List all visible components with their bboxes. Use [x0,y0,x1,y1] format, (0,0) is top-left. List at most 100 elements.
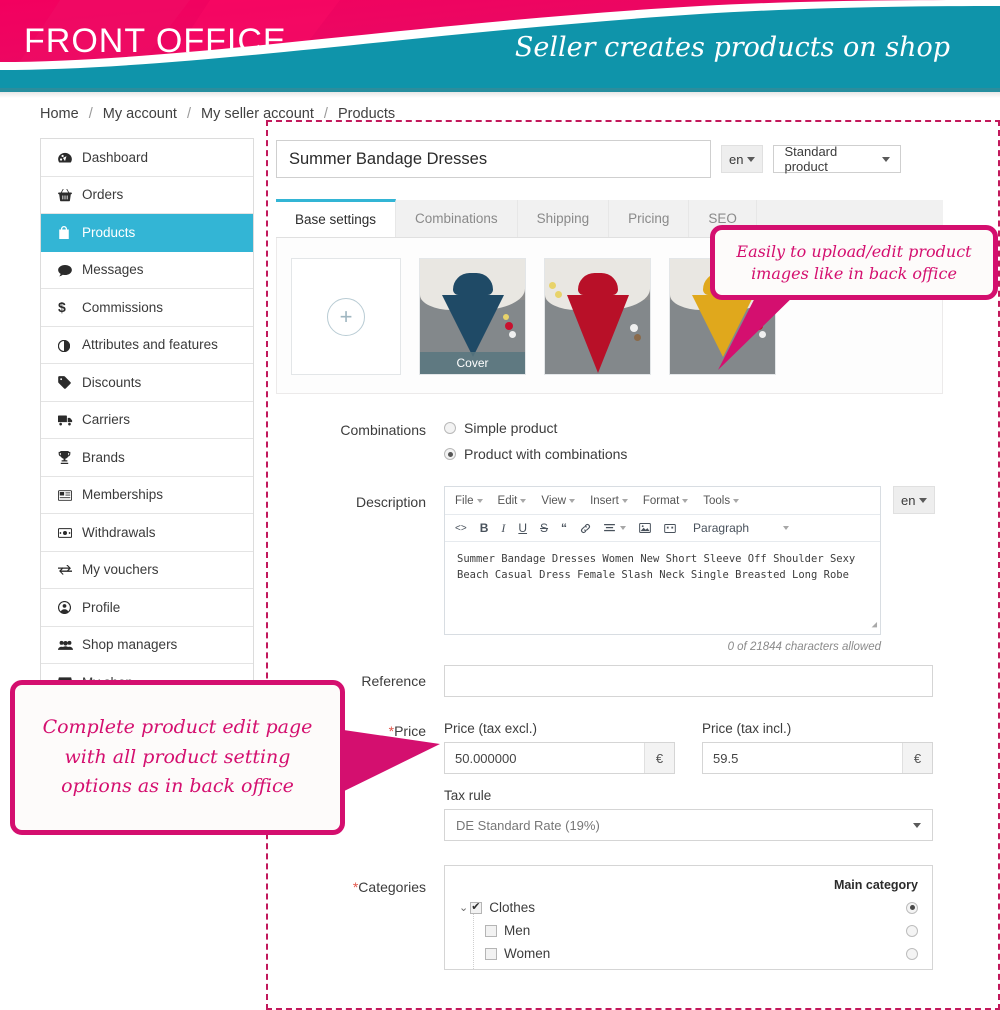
plus-icon: + [327,297,365,336]
description-language-button[interactable]: en [893,486,936,514]
resize-handle[interactable]: ◢ [872,619,877,633]
tab-base-settings[interactable]: Base settings [276,199,397,237]
product-name-language-button[interactable]: en [721,145,764,173]
category-row-clothes[interactable]: ⌄ Clothes [459,900,918,915]
link-icon[interactable] [580,523,591,534]
categories-label-text: Categories [358,879,426,895]
product-type-select[interactable]: Standard product [773,144,902,174]
blockquote-icon[interactable]: “ [561,521,567,535]
callout-top-tail [718,288,800,370]
sidebar-item-discounts[interactable]: Discounts [41,364,253,402]
radio-icon [444,422,456,434]
code-icon[interactable]: <> [455,523,467,534]
category-label: Clothes [489,900,535,915]
price-tax-incl-group: Price (tax incl.) € [702,721,933,774]
editor-menu-insert[interactable]: Insert [590,495,628,507]
trophy-icon [58,450,78,465]
callout-images-text: Easily to upload/edit product images lik… [736,241,972,283]
category-checkbox[interactable] [485,947,497,960]
product-image-thumbnail[interactable]: Cover [419,258,526,375]
sidebar-item-label: Brands [82,449,125,465]
editor-menu-format[interactable]: Format [642,494,689,507]
tag-icon [58,375,78,390]
editor-menu-edit[interactable]: Edit [498,495,527,507]
cover-badge: Cover [420,352,525,374]
menu-label: Insert [590,494,619,507]
sidebar-item-label: Profile [82,599,121,615]
menu-label: View [541,494,567,507]
description-textarea[interactable]: Summer Bandage Dresses Women New Short S… [445,542,880,634]
add-image-button[interactable]: + [291,258,401,375]
radio-icon-selected [444,448,456,460]
media-icon[interactable] [664,523,676,533]
image-icon[interactable] [639,523,651,533]
underline-icon[interactable]: U [518,521,527,535]
dashboard-icon [58,150,78,164]
sidebar-item-carriers[interactable]: Carriers [41,401,253,439]
product-name-input[interactable] [276,140,711,178]
sidebar-item-profile[interactable]: Profile [41,589,253,627]
sidebar-item-label: Withdrawals [82,524,156,540]
tab-label: SEO [708,211,737,226]
sidebar-item-products[interactable]: Products [41,214,253,252]
price-tax-incl-input[interactable] [703,743,902,773]
align-icon[interactable] [604,523,615,533]
user-circle-icon [57,600,78,615]
sidebar-item-attributes-and-features[interactable]: Attributes and features [41,326,253,364]
sidebar-item-label: Attributes and features [82,337,218,353]
menu-label: Format [642,494,680,507]
align-dropdown-caret-icon[interactable] [620,526,627,530]
tab-combinations[interactable]: Combinations [396,200,518,237]
banner-left-title: FRONT OFFICE [24,22,287,60]
sidebar-item-brands[interactable]: Brands [41,439,253,477]
tab-shipping[interactable]: Shipping [517,200,610,237]
product-image-thumbnail[interactable] [544,258,651,375]
sidebar-item-withdrawals[interactable]: Withdrawals [41,514,253,552]
sidebar-item-commissions[interactable]: $ Commissions [41,289,253,327]
reference-input[interactable] [444,665,933,697]
tax-rule-select[interactable]: DE Standard Rate (19%) [444,809,933,841]
main-category-radio[interactable] [906,947,918,960]
radio-simple-product[interactable]: Simple product [444,420,976,436]
breadcrumb-item-products[interactable]: Products [338,106,395,122]
currency-symbol: € [902,743,932,773]
category-checkbox[interactable] [485,924,497,937]
sidebar-item-my-vouchers[interactable]: My vouchers [41,551,253,589]
format-select-value: Paragraph [693,521,750,535]
category-row-women[interactable]: Women [485,946,918,961]
breadcrumb-item-my-seller-account[interactable]: My seller account [201,106,314,122]
category-row-men[interactable]: Men [485,923,918,938]
price-tax-excl-field[interactable]: € [444,742,675,774]
chevron-down-icon[interactable]: ⌄ [459,901,468,914]
callout-product-edit-page-text: Complete product edit page with all prod… [42,716,313,798]
radio-label: Product with combinations [464,446,628,462]
main-category-radio[interactable] [906,924,918,937]
sidebar-item-messages[interactable]: Messages [41,251,253,289]
radio-product-with-combinations[interactable]: Product with combinations [444,446,976,462]
sidebar-item-label: Discounts [82,374,142,390]
breadcrumb: Home / My account / My seller account / … [40,106,395,122]
tab-pricing[interactable]: Pricing [609,200,690,237]
price-tax-excl-input[interactable] [445,743,644,773]
sidebar-item-orders[interactable]: Orders [41,176,253,214]
sidebar-item-dashboard[interactable]: Dashboard [41,139,253,177]
breadcrumb-item-home[interactable]: Home [40,106,79,122]
sidebar-item-shop-managers[interactable]: Shop managers [41,626,253,664]
main-category-radio[interactable] [906,901,918,914]
add-image-label: + [339,303,353,329]
reference-row: Reference [276,665,976,697]
editor-menu-file[interactable]: File [455,495,483,507]
editor-menu-tools[interactable]: Tools [703,495,740,507]
breadcrumb-separator: / [323,106,328,122]
price-tax-incl-field[interactable]: € [702,742,933,774]
sidebar-item-label: Orders [82,187,124,203]
categories-label: *Categories [276,865,444,970]
breadcrumb-item-my-account[interactable]: My account [103,106,177,122]
format-select[interactable]: Paragraph [693,521,790,535]
category-checkbox[interactable] [470,900,483,914]
bold-icon[interactable]: B [480,521,489,535]
sidebar-item-memberships[interactable]: Memberships [41,476,253,514]
italic-icon[interactable]: I [501,521,505,536]
editor-menu-view[interactable]: View [541,494,576,507]
strikethrough-icon[interactable]: S [540,521,548,535]
